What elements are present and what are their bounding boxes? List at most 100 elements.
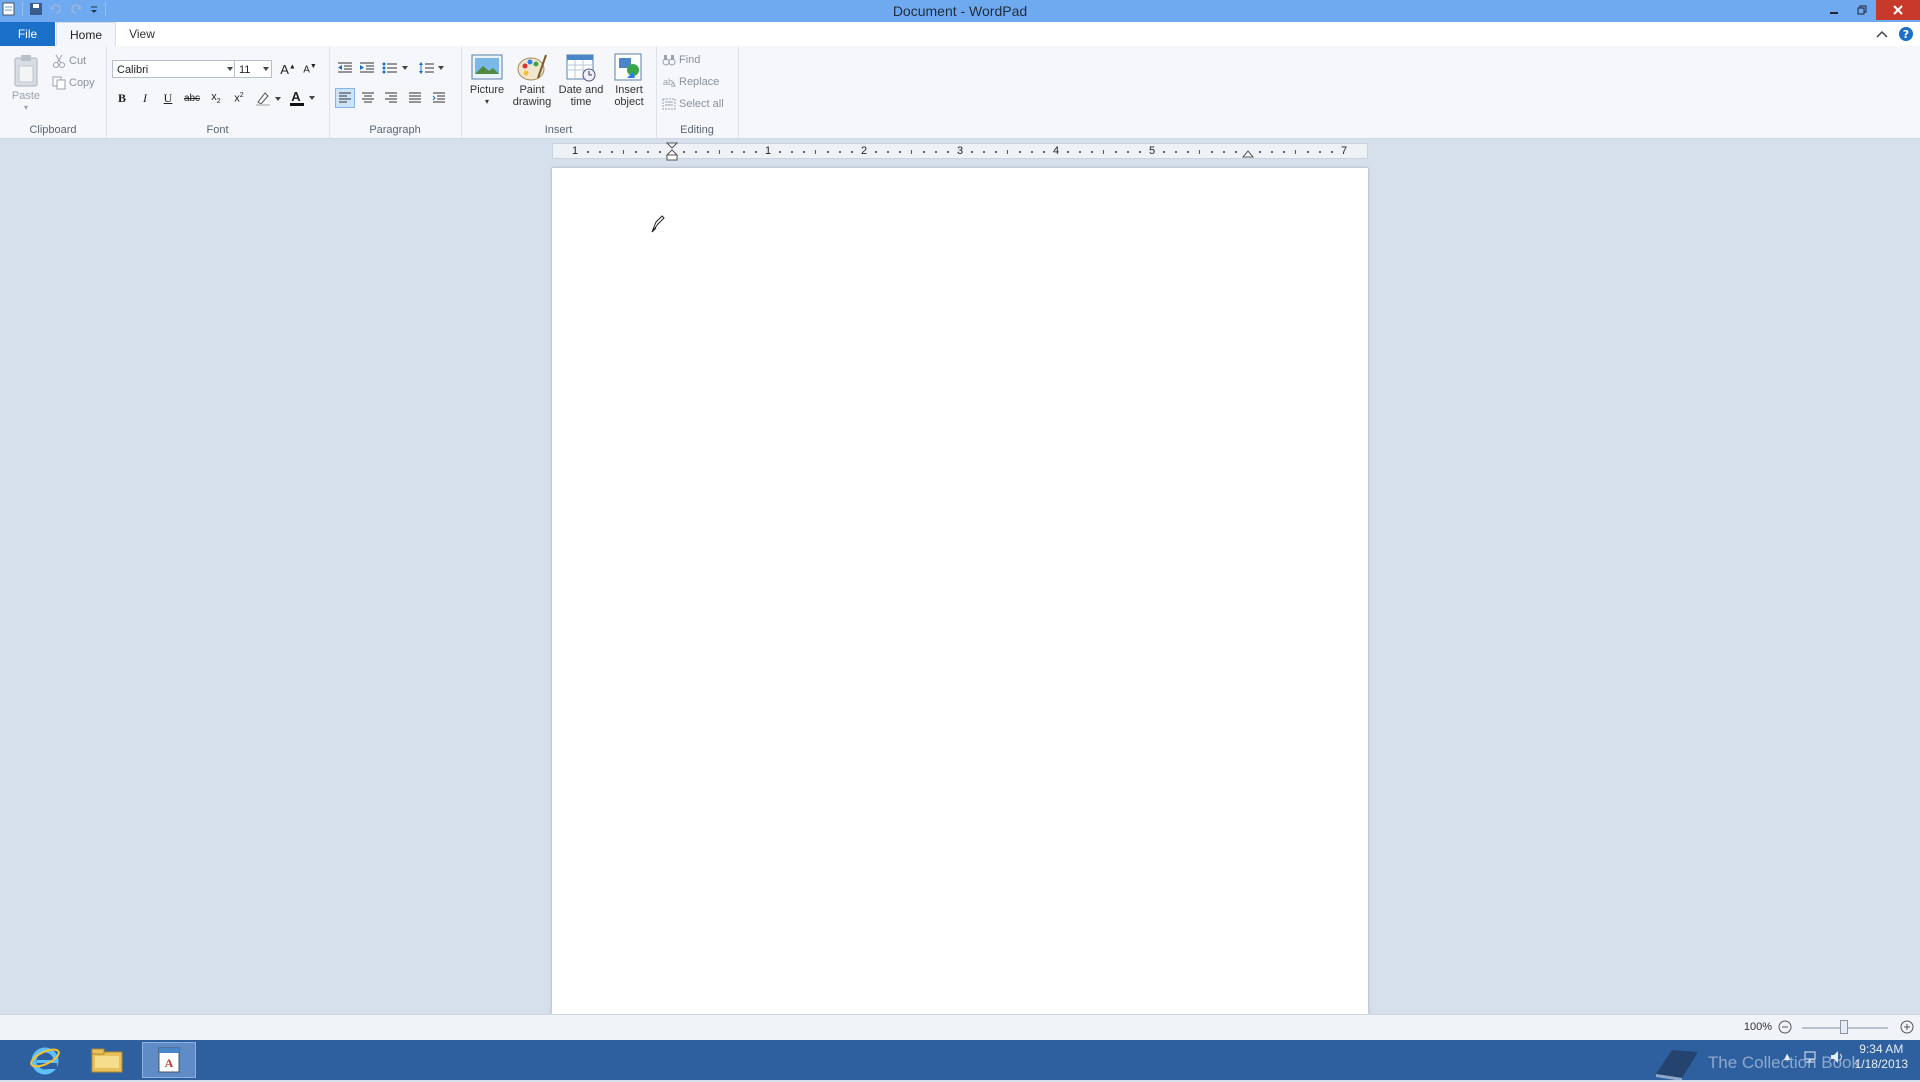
insert-group: Picture ▾ Paint drawing Date and time In… xyxy=(461,46,657,138)
svg-text:A: A xyxy=(165,1056,174,1070)
taskbar-file-explorer[interactable] xyxy=(80,1042,134,1078)
increase-indent-button[interactable] xyxy=(357,58,377,78)
paste-icon xyxy=(14,55,38,87)
date-time-button[interactable]: Date and time xyxy=(555,52,607,108)
replace-button[interactable]: ab Replace xyxy=(662,76,719,88)
shrink-font-button[interactable]: A▼ xyxy=(300,59,320,79)
taskbar-internet-explorer[interactable] xyxy=(18,1042,72,1078)
increase-indent-icon xyxy=(360,62,374,73)
ruler-tick xyxy=(887,151,889,153)
close-button[interactable] xyxy=(1876,0,1920,20)
ruler-tick xyxy=(1235,151,1237,153)
superscript-button[interactable]: x2 xyxy=(229,88,249,108)
align-right-button[interactable] xyxy=(381,88,401,108)
close-icon xyxy=(1893,5,1903,15)
show-hidden-icons-icon[interactable]: ▲ xyxy=(1782,1051,1793,1063)
cut-button[interactable]: Cut xyxy=(52,54,86,68)
ruler-number: 7 xyxy=(1340,145,1348,157)
decrease-indent-button[interactable] xyxy=(335,58,355,78)
indent-marker-icon[interactable] xyxy=(666,142,678,162)
align-left-button[interactable] xyxy=(335,88,355,108)
scissors-icon xyxy=(53,54,65,68)
copy-button[interactable]: Copy xyxy=(52,76,95,90)
tab-file[interactable]: File xyxy=(0,22,55,46)
editing-group-label: Editing xyxy=(680,124,714,136)
system-tray: ▲ 9:34 AM 1/18/2013 xyxy=(1782,1042,1908,1072)
qat-separator xyxy=(105,2,106,16)
paint-drawing-button[interactable]: Paint drawing xyxy=(509,52,555,108)
taskbar-wordpad[interactable]: A xyxy=(142,1042,196,1078)
font-family-value: Calibri xyxy=(117,64,149,76)
zoom-slider-thumb[interactable] xyxy=(1840,1020,1848,1034)
ruler-number: 1 xyxy=(764,145,772,157)
wordpad-app-icon[interactable] xyxy=(2,2,16,16)
chevron-down-icon xyxy=(227,67,233,71)
subscript-button[interactable]: x2 xyxy=(206,88,226,108)
tab-home[interactable]: Home xyxy=(56,22,116,47)
ruler[interactable]: 1 1 2 3 4 5 7 xyxy=(552,142,1368,162)
redo-icon[interactable] xyxy=(69,2,83,16)
undo-icon[interactable] xyxy=(49,2,63,16)
right-indent-marker-icon[interactable] xyxy=(1242,146,1254,158)
font-family-dropdown[interactable]: Calibri xyxy=(112,60,236,78)
grow-font-button[interactable]: A▲ xyxy=(278,59,298,79)
justify-button[interactable] xyxy=(405,88,425,108)
align-center-button[interactable] xyxy=(358,88,378,108)
highlight-color-button[interactable] xyxy=(254,88,284,108)
ruler-tick xyxy=(1271,151,1273,153)
paint-palette-icon xyxy=(517,54,547,81)
ruler-tick xyxy=(839,151,841,153)
tab-view[interactable]: View xyxy=(118,22,166,46)
ruler-tick xyxy=(695,151,697,153)
line-spacing-button[interactable] xyxy=(417,58,447,78)
ruler-tick xyxy=(1043,151,1045,153)
chevron-down-icon xyxy=(263,67,269,71)
font-size-dropdown[interactable]: 11 xyxy=(234,60,272,78)
picture-button[interactable]: Picture ▾ xyxy=(465,52,509,108)
ruler-tick xyxy=(743,151,745,153)
document-page[interactable] xyxy=(552,168,1368,1014)
handwriting-cursor-icon xyxy=(651,215,665,233)
italic-button[interactable]: I xyxy=(135,88,155,108)
insert-object-button[interactable]: Insert object xyxy=(607,52,651,108)
ruler-tick xyxy=(1175,151,1177,153)
customize-qat-icon[interactable] xyxy=(89,2,99,16)
underline-button[interactable]: U xyxy=(158,88,178,108)
ruler-tick xyxy=(803,151,805,153)
speaker-icon[interactable] xyxy=(1829,1050,1845,1064)
font-color-button[interactable]: A xyxy=(288,88,318,108)
paste-button[interactable]: Paste ▾ xyxy=(8,54,44,114)
ruler-tick xyxy=(935,151,937,153)
ruler-tick xyxy=(1007,150,1008,154)
ruler-tick xyxy=(647,151,649,153)
bold-button[interactable]: B xyxy=(112,88,132,108)
zoom-in-icon[interactable] xyxy=(1900,1020,1914,1034)
find-button[interactable]: Find xyxy=(662,54,700,66)
minimize-button[interactable] xyxy=(1820,0,1848,20)
insert-object-label-2: object xyxy=(614,96,644,108)
ruler-tick xyxy=(623,150,624,154)
ruler-tick xyxy=(611,151,613,153)
date-time-label-2: time xyxy=(570,96,592,108)
minimize-ribbon-icon[interactable] xyxy=(1876,29,1888,39)
decrease-indent-icon xyxy=(338,62,352,73)
ruler-tick xyxy=(1139,151,1141,153)
select-all-button[interactable]: Select all xyxy=(662,98,724,110)
clipboard-group-label: Clipboard xyxy=(29,124,77,136)
svg-text:?: ? xyxy=(1903,28,1909,41)
zoom-out-icon[interactable] xyxy=(1778,1020,1792,1034)
network-icon[interactable] xyxy=(1803,1050,1819,1064)
insert-object-label-1: Insert xyxy=(615,84,643,96)
save-icon[interactable] xyxy=(29,2,43,16)
ruler-tick xyxy=(1199,150,1200,154)
paragraph-settings-button[interactable] xyxy=(429,88,449,108)
ribbon-panel: Paste ▾ Cut Copy Clipboard Calibri 11 A▲… xyxy=(0,46,1920,139)
bullet-list-button[interactable] xyxy=(381,58,411,78)
system-clock[interactable]: 9:34 AM 1/18/2013 xyxy=(1855,1042,1908,1072)
strikethrough-button[interactable]: abc xyxy=(182,88,202,108)
align-right-icon xyxy=(385,92,397,103)
window-controls xyxy=(1820,0,1920,20)
ruler-tick xyxy=(1103,150,1104,154)
restore-button[interactable] xyxy=(1848,0,1876,20)
help-icon[interactable]: ? xyxy=(1898,26,1914,42)
